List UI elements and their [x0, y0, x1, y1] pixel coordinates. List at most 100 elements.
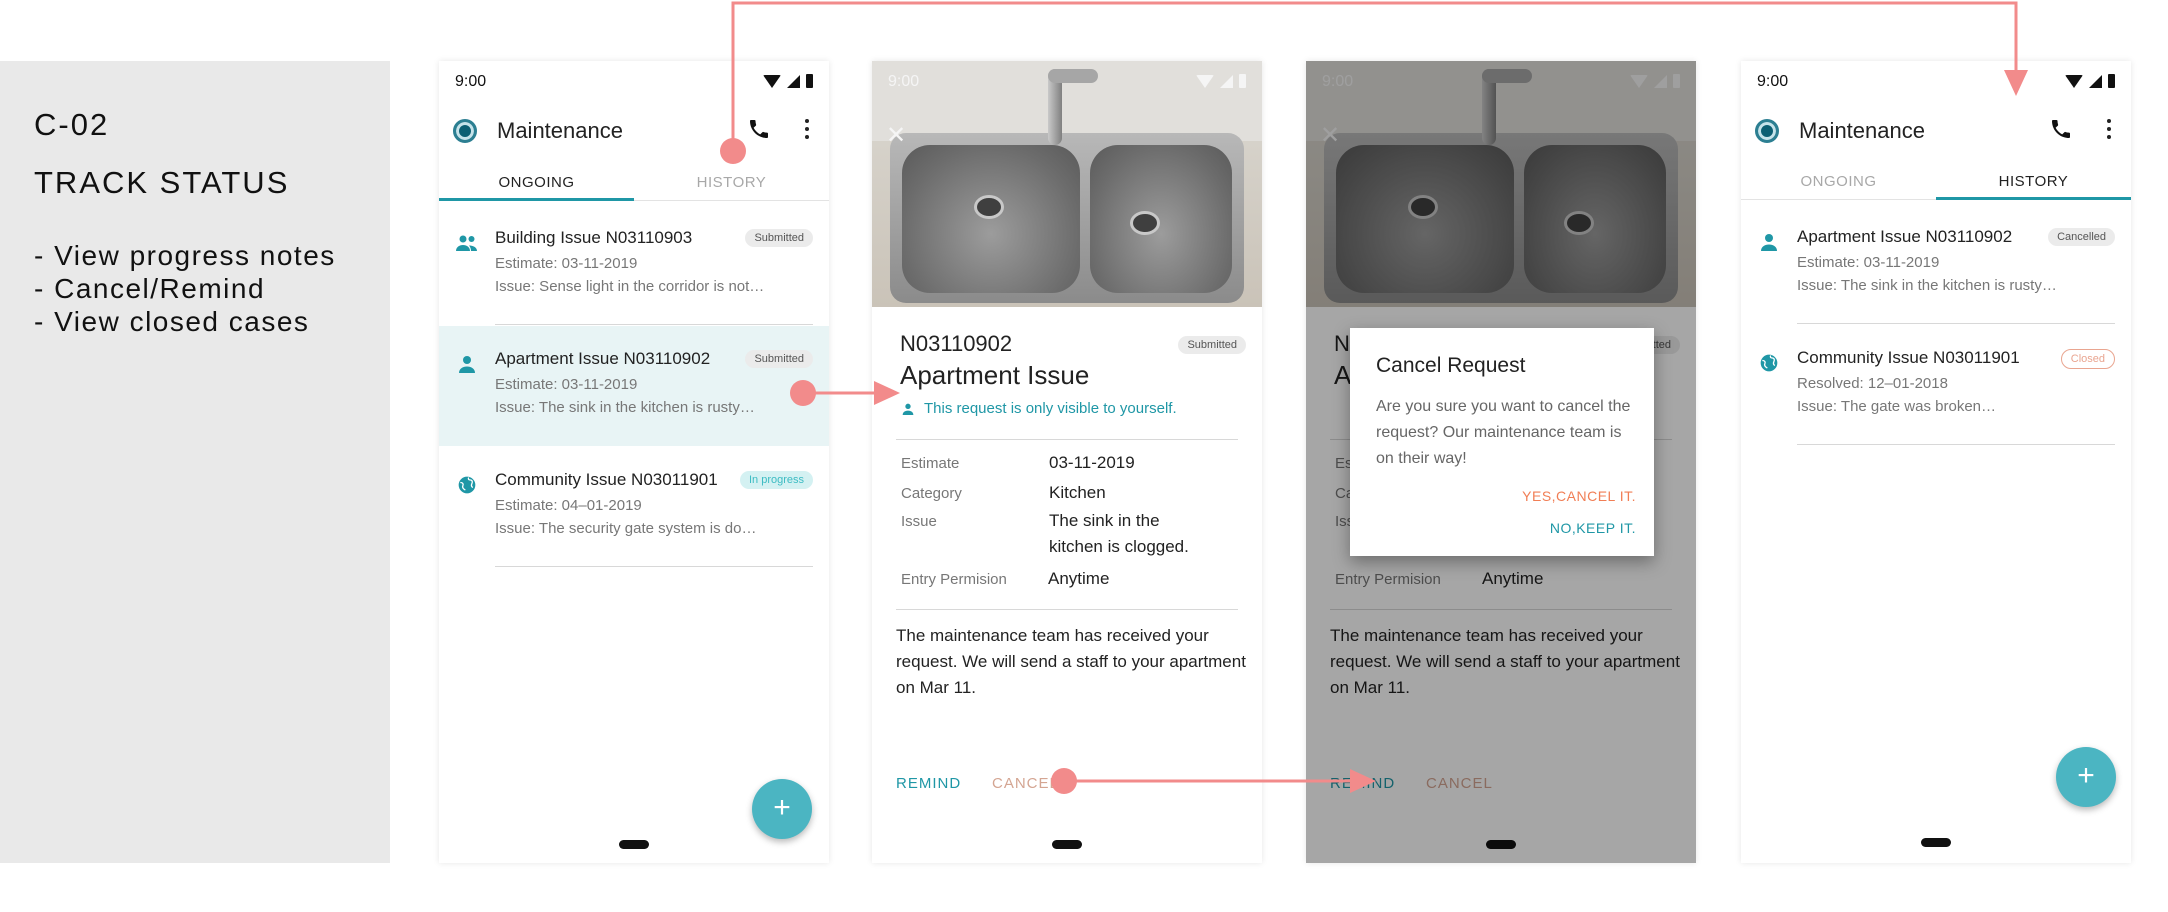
status-bar: 9:00 [872, 61, 1262, 105]
item-title: Community Issue N03011901 [1797, 348, 2020, 367]
globe-icon [458, 476, 476, 494]
item-estimate: Estimate: 04–01-2019 [495, 497, 642, 514]
call-icon[interactable] [2049, 117, 2073, 141]
call-icon[interactable] [747, 117, 771, 141]
cancel-dialog: Cancel Request Are you sure you want to … [1350, 328, 1654, 556]
tab-history[interactable]: HISTORY [1936, 164, 2131, 200]
item-title: Apartment Issue N03110902 [1797, 227, 2013, 246]
feature-bullet: - Cancel/Remind [34, 273, 266, 304]
category-label: Category [901, 485, 962, 502]
divider [495, 324, 813, 325]
estimate-label: Estimate [901, 455, 960, 472]
divider [896, 439, 1238, 440]
issue-label: Issue [901, 513, 937, 530]
status-badge: Cancelled [2048, 228, 2115, 246]
home-indicator [619, 840, 649, 849]
tab-bar: ONGOING HISTORY [439, 165, 829, 201]
wifi-icon [1196, 74, 1214, 88]
status-time: 9:00 [1757, 73, 1789, 90]
keep-request-button[interactable]: NO,KEEP IT. [1550, 520, 1636, 536]
visibility-note: This request is only visible to yourself… [900, 400, 1177, 417]
confirm-cancel-button[interactable]: YES,CANCEL IT. [1522, 488, 1636, 504]
visibility-note-text: This request is only visible to yourself… [924, 400, 1177, 417]
tab-bar: ONGOING HISTORY [1741, 164, 2131, 200]
item-issue: Issue: The gate was broken… [1797, 398, 1996, 415]
item-issue: Issue: The security gate system is do… [495, 520, 757, 537]
cancel-button[interactable]: CANCEL [992, 775, 1059, 792]
status-time: 9:00 [888, 73, 920, 90]
remind-button[interactable]: REMIND [896, 775, 961, 792]
status-badge: Submitted [745, 350, 813, 368]
group-icon [456, 235, 477, 251]
phone-ongoing-list: 9:00 Maintenance ONGOING HISTORY Buildin… [439, 61, 829, 863]
item-title: Apartment Issue N03110902 [495, 349, 711, 368]
tab-ongoing[interactable]: ONGOING [439, 165, 634, 201]
add-request-button[interactable]: + [752, 779, 812, 839]
item-issue: Issue: Sense light in the corridor is no… [495, 278, 765, 295]
signal-icon [787, 74, 800, 88]
app-logo-icon [453, 119, 477, 143]
wifi-icon [2065, 74, 2083, 88]
entry-permission-label: Entry Permision [901, 571, 1007, 588]
tab-ongoing[interactable]: ONGOING [1741, 164, 1936, 200]
status-badge: Submitted [1178, 336, 1246, 354]
dialog-body: Are you sure you want to cancel the requ… [1376, 398, 1631, 467]
list-item[interactable]: Community Issue N03011901 Closed Resolve… [1741, 325, 2131, 445]
battery-icon [1239, 74, 1246, 88]
list-item[interactable]: Building Issue N03110903 Submitted Estim… [439, 205, 829, 325]
divider [495, 566, 813, 567]
item-estimate: Estimate: 03-11-2019 [495, 376, 638, 393]
feature-bullet: - View closed cases [34, 306, 310, 337]
item-title: Building Issue N03110903 [495, 228, 693, 247]
feature-bullet: - View progress notes [34, 240, 336, 271]
close-icon[interactable]: ✕ [886, 121, 906, 150]
request-title: Apartment Issue [900, 360, 1090, 390]
dialog-title: Cancel Request [1376, 354, 1526, 377]
tab-history[interactable]: HISTORY [634, 165, 829, 201]
phone-history-list: 9:00 Maintenance ONGOING HISTORY Apartme… [1741, 61, 2131, 863]
person-icon [459, 356, 475, 373]
status-badge: Submitted [745, 229, 813, 247]
status-time: 9:00 [455, 73, 487, 90]
status-badge: Closed [2060, 349, 2115, 369]
category-value: Kitchen [1049, 483, 1106, 502]
more-vert-icon[interactable] [803, 117, 811, 141]
item-issue: Issue: The sink in the kitchen is rusty… [1797, 277, 2057, 294]
list-item[interactable]: Community Issue N03011901 In progress Es… [439, 447, 829, 567]
phone-cancel-dialog: 9:00 ✕ N03110902 Apartment Issue Submitt… [1306, 61, 1696, 863]
signal-icon [2089, 74, 2102, 88]
globe-icon [1760, 354, 1778, 372]
battery-icon [806, 74, 813, 88]
battery-icon [2108, 74, 2115, 88]
app-bar: Maintenance [439, 105, 829, 155]
status-bar: 9:00 [1741, 61, 2131, 105]
status-bar: 9:00 [439, 61, 829, 105]
signal-icon [1220, 74, 1233, 88]
divider [1797, 444, 2115, 445]
more-vert-icon[interactable] [2105, 117, 2113, 141]
request-id: N03110902 [900, 331, 1013, 356]
divider [1797, 323, 2115, 324]
description-panel: C-02 TRACK STATUS - View progress notes … [0, 61, 390, 863]
list-item[interactable]: Apartment Issue N03110902 Cancelled Esti… [1741, 204, 2131, 324]
item-issue: Issue: The sink in the kitchen is rusty… [495, 399, 755, 416]
screen-code: C-02 [34, 107, 110, 142]
app-logo-icon [1755, 119, 1779, 143]
phone-request-detail: 9:00 ✕ N03110902 Apartment Issue Submitt… [872, 61, 1262, 863]
wifi-icon [763, 74, 781, 88]
status-badge: In progress [739, 471, 813, 489]
screen-title: TRACK STATUS [34, 165, 290, 200]
list-item-selected[interactable]: Apartment Issue N03110902 Submitted Esti… [439, 326, 829, 446]
item-estimate: Estimate: 03-11-2019 [495, 255, 638, 272]
entry-permission-value: Anytime [1048, 569, 1110, 588]
app-title: Maintenance [497, 118, 623, 143]
item-estimate: Estimate: 03-11-2019 [1797, 254, 1940, 271]
add-request-button[interactable]: + [2056, 747, 2116, 807]
app-title: Maintenance [1799, 118, 1925, 143]
item-resolved: Resolved: 12–01-2018 [1797, 375, 1948, 392]
home-indicator [1052, 840, 1082, 849]
status-message: The maintenance team has received your r… [896, 626, 1246, 697]
estimate-value: 03-11-2019 [1049, 453, 1135, 472]
item-title: Community Issue N03011901 [495, 470, 718, 489]
app-bar: Maintenance [1741, 105, 2131, 155]
